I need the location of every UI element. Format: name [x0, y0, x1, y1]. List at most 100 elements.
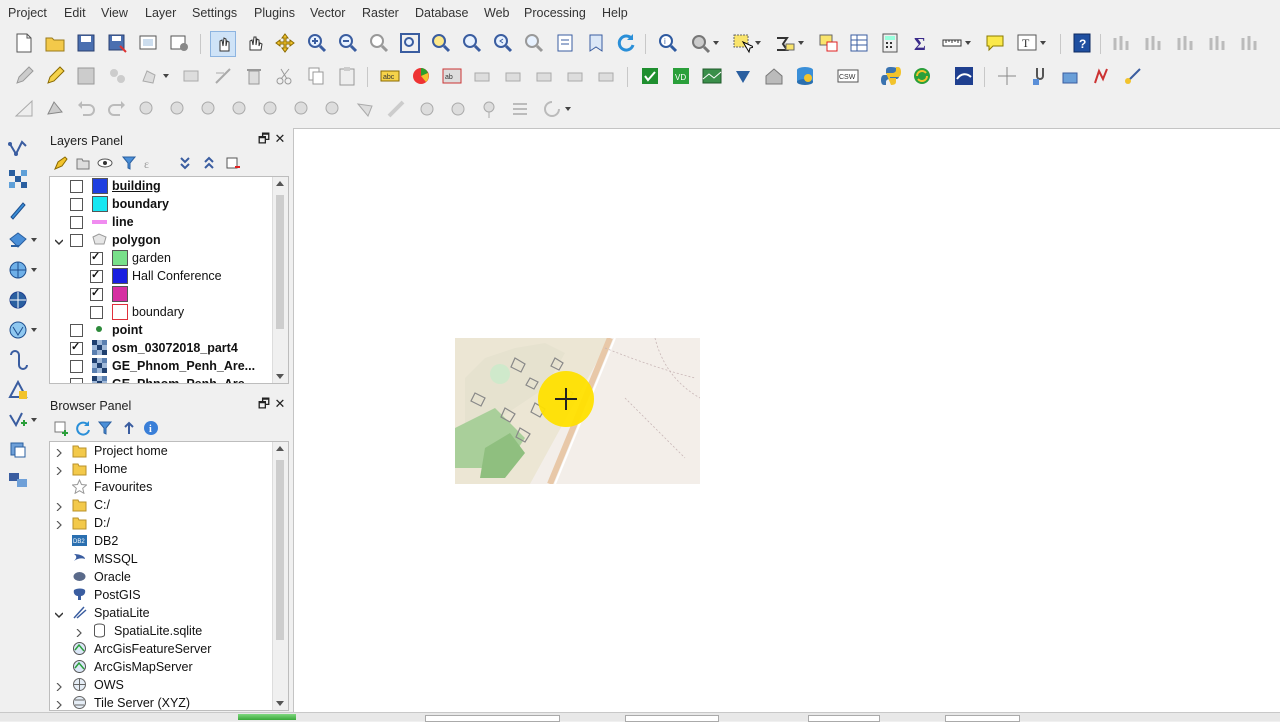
new-shapefile-layer-icon[interactable] — [6, 408, 37, 432]
browser-item[interactable]: ArcGisMapServer — [50, 658, 272, 676]
plugin-database-icon[interactable] — [793, 64, 817, 88]
show-hide-labels-icon[interactable] — [502, 64, 526, 88]
add-virtual-layer-icon[interactable] — [6, 348, 30, 372]
filter-legend-icon[interactable] — [121, 155, 137, 171]
trace-digitizing-icon[interactable] — [1090, 64, 1114, 88]
new-map-view-icon[interactable] — [553, 31, 577, 55]
edit-tool-9-icon[interactable] — [384, 97, 408, 121]
browser-panel-close-icon[interactable]: ✕ — [273, 397, 287, 411]
statistical-summary-icon[interactable]: Σ — [909, 31, 933, 55]
plugin-vd-icon[interactable]: VD — [669, 64, 693, 88]
browser-item[interactable]: ArcGisFeatureServer — [50, 640, 272, 658]
pin-labels-icon[interactable] — [471, 64, 495, 88]
layer-item[interactable]: GE_Phnom_Penh_Are... — [50, 375, 272, 383]
new-project-icon[interactable] — [12, 31, 36, 55]
menu-view[interactable]: View — [101, 6, 128, 20]
add-selected-layers-icon[interactable] — [53, 420, 69, 436]
geometry-tool-5-icon[interactable] — [1238, 31, 1262, 55]
geometry-tool-4-icon[interactable] — [1206, 31, 1230, 55]
coordinate-field[interactable] — [425, 715, 560, 722]
new-print-layout-icon[interactable] — [136, 31, 160, 55]
csw-icon[interactable]: CSW — [836, 64, 860, 88]
collapse-all-browser-icon[interactable] — [121, 420, 137, 436]
zoom-full-icon[interactable] — [398, 31, 422, 55]
add-spatialite-icon[interactable] — [6, 228, 37, 252]
edit-tool-10-icon[interactable] — [415, 97, 439, 121]
edit-tool-6-icon[interactable] — [291, 97, 315, 121]
measure-line-icon[interactable] — [940, 31, 971, 55]
menu-web[interactable]: Web — [484, 6, 509, 20]
deselect-all-icon[interactable] — [816, 31, 840, 55]
browser-item[interactable]: SpatiaLite.sqlite — [50, 622, 272, 640]
map-tips-icon[interactable] — [983, 31, 1007, 55]
layer-item[interactable]: line — [50, 213, 272, 231]
modify-attributes-icon[interactable] — [211, 64, 235, 88]
select-by-expression-icon[interactable] — [773, 31, 804, 55]
new-bookmark-icon[interactable] — [584, 31, 608, 55]
rotation-field[interactable] — [945, 715, 1020, 722]
rotate-label-icon[interactable] — [564, 64, 588, 88]
topology-editing-icon[interactable] — [1059, 64, 1083, 88]
chevron-right-icon[interactable] — [55, 518, 63, 530]
paste-features-icon[interactable] — [335, 64, 359, 88]
browser-item[interactable]: Project home — [50, 442, 272, 460]
digitize-shape-icon[interactable] — [12, 97, 36, 121]
add-wfs-layer-icon[interactable] — [6, 318, 37, 342]
filter-by-expression-icon[interactable]: ε — [143, 155, 159, 171]
layer-visibility-checkbox[interactable] — [70, 324, 83, 337]
highlight-pinned-labels-icon[interactable]: ab — [440, 64, 464, 88]
chevron-down-icon[interactable] — [54, 608, 64, 619]
browser-item[interactable]: Oracle — [50, 568, 272, 586]
browser-refresh-icon[interactable] — [75, 420, 91, 436]
layers-panel-float-icon[interactable]: 🗗 — [257, 132, 271, 146]
open-project-icon[interactable] — [43, 31, 67, 55]
layer-item[interactable]: osm_03072018_part4 — [50, 339, 272, 357]
layer-item[interactable]: garden — [50, 249, 272, 267]
copy-features-icon[interactable] — [304, 64, 328, 88]
chevron-right-icon[interactable] — [55, 500, 63, 512]
layer-visibility-checkbox[interactable] — [70, 180, 83, 193]
layer-item[interactable]: boundary — [50, 195, 272, 213]
layer-visibility-checkbox[interactable] — [70, 234, 83, 247]
add-feature-icon[interactable] — [138, 64, 169, 88]
map-canvas[interactable] — [293, 128, 1280, 713]
select-features-icon[interactable] — [730, 31, 761, 55]
layer-item[interactable]: Hall Conference — [50, 267, 272, 285]
plugin-shield-icon[interactable] — [731, 64, 755, 88]
add-wms-layer-icon[interactable] — [6, 258, 37, 282]
digitizing-crosshair-icon[interactable] — [995, 64, 1019, 88]
browser-item[interactable]: Home — [50, 460, 272, 478]
layer-visibility-checkbox[interactable] — [70, 360, 83, 373]
open-attribute-table-icon[interactable] — [847, 31, 871, 55]
edit-tool-7-icon[interactable] — [322, 97, 346, 121]
magnifier-field[interactable] — [808, 715, 880, 722]
geometry-tool-2-icon[interactable] — [1142, 31, 1166, 55]
browser-item[interactable]: PostGIS — [50, 586, 272, 604]
save-as-icon[interactable] — [105, 31, 129, 55]
layer-visibility-checkbox[interactable] — [70, 198, 83, 211]
browser-filter-icon[interactable] — [97, 420, 113, 436]
advanced-digitizing-icon[interactable] — [1121, 64, 1145, 88]
layer-visibility-checkbox[interactable] — [70, 216, 83, 229]
edit-tool-11-icon[interactable] — [446, 97, 470, 121]
chevron-right-icon[interactable] — [55, 680, 63, 692]
redo-icon[interactable] — [105, 97, 129, 121]
menu-plugins[interactable]: Plugins — [254, 6, 295, 20]
collapse-all-icon[interactable] — [201, 155, 217, 171]
plugin-map-icon[interactable] — [700, 64, 724, 88]
geometry-tool-3-icon[interactable] — [1174, 31, 1198, 55]
zoom-to-selection-icon[interactable] — [429, 31, 453, 55]
vertex-tool-icon[interactable] — [180, 64, 204, 88]
geometry-tool-1-icon[interactable] — [1110, 31, 1134, 55]
menu-processing[interactable]: Processing — [524, 6, 586, 20]
plugin-globe-icon[interactable] — [952, 64, 976, 88]
current-edits-icon[interactable] — [12, 64, 36, 88]
snapping-icon[interactable] — [1028, 64, 1052, 88]
add-scratch-layer-icon[interactable] — [6, 468, 30, 492]
menu-edit[interactable]: Edit — [64, 6, 86, 20]
zoom-out-icon[interactable] — [336, 31, 360, 55]
browser-item[interactable]: DB2 DB2 — [50, 532, 272, 550]
cut-features-icon[interactable] — [273, 64, 297, 88]
layer-visibility-checkbox[interactable] — [90, 268, 103, 283]
refresh-icon[interactable] — [614, 31, 638, 55]
